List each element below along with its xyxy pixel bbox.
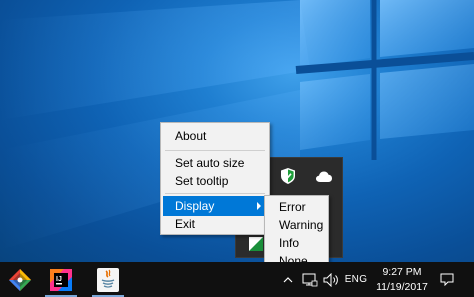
taskbar: IJ ENG 9:27 PM 11/19/2017 bbox=[0, 262, 474, 297]
network-icon bbox=[302, 273, 318, 286]
submenu-item-info[interactable]: Info bbox=[267, 234, 326, 252]
submenu-item-label: Warning bbox=[279, 218, 324, 232]
show-hidden-icons-button[interactable] bbox=[278, 262, 298, 297]
menu-item-exit[interactable]: Exit bbox=[163, 214, 267, 234]
clock-date: 11/19/2017 bbox=[376, 281, 428, 293]
submenu-item-error[interactable]: Error bbox=[267, 198, 326, 216]
tray-context-menu: About Set auto size Set tooltip Display … bbox=[160, 122, 270, 235]
taskbar-app-colorful[interactable] bbox=[0, 262, 40, 297]
jetbrains-ide-icon: IJ bbox=[50, 268, 72, 291]
menu-item-label: Set tooltip bbox=[175, 174, 229, 188]
display-submenu: Error Warning Info None bbox=[264, 195, 329, 270]
menu-item-about[interactable]: About bbox=[163, 126, 267, 146]
menu-item-set-auto-size[interactable]: Set auto size bbox=[163, 153, 267, 173]
speaker-icon bbox=[323, 272, 338, 287]
language-indicator[interactable]: ENG bbox=[343, 262, 369, 297]
java-icon bbox=[97, 267, 119, 292]
submenu-item-warning[interactable]: Warning bbox=[267, 216, 326, 234]
menu-item-set-tooltip[interactable]: Set tooltip bbox=[163, 171, 267, 191]
network-button[interactable] bbox=[300, 262, 320, 297]
volume-button[interactable] bbox=[321, 262, 341, 297]
chevron-up-icon bbox=[283, 276, 293, 282]
clock[interactable]: 9:27 PM 11/19/2017 bbox=[372, 262, 432, 297]
custom-tray-icon[interactable] bbox=[248, 236, 264, 252]
language-label: ENG bbox=[344, 274, 368, 285]
menu-item-label: Exit bbox=[175, 217, 196, 231]
windows-defender-icon[interactable] bbox=[280, 168, 296, 184]
menu-item-label: Set auto size bbox=[175, 156, 245, 170]
action-center-button[interactable] bbox=[436, 262, 458, 297]
taskbar-app-ide[interactable]: IJ bbox=[41, 262, 81, 297]
menu-item-display[interactable]: Display bbox=[163, 196, 267, 216]
menu-item-label: About bbox=[175, 129, 207, 143]
taskbar-app-java[interactable] bbox=[88, 262, 128, 297]
menu-separator bbox=[165, 150, 265, 151]
submenu-item-label: Error bbox=[279, 200, 306, 214]
svg-text:IJ: IJ bbox=[56, 276, 62, 283]
submenu-item-label: Info bbox=[279, 236, 300, 250]
notification-icon bbox=[440, 273, 454, 286]
menu-separator bbox=[165, 193, 265, 194]
clock-time: 9:27 PM bbox=[382, 266, 422, 278]
submenu-arrow-icon bbox=[257, 202, 261, 210]
colorful-app-icon bbox=[9, 268, 31, 291]
menu-item-label: Display bbox=[175, 199, 215, 213]
onedrive-icon[interactable] bbox=[316, 168, 332, 184]
